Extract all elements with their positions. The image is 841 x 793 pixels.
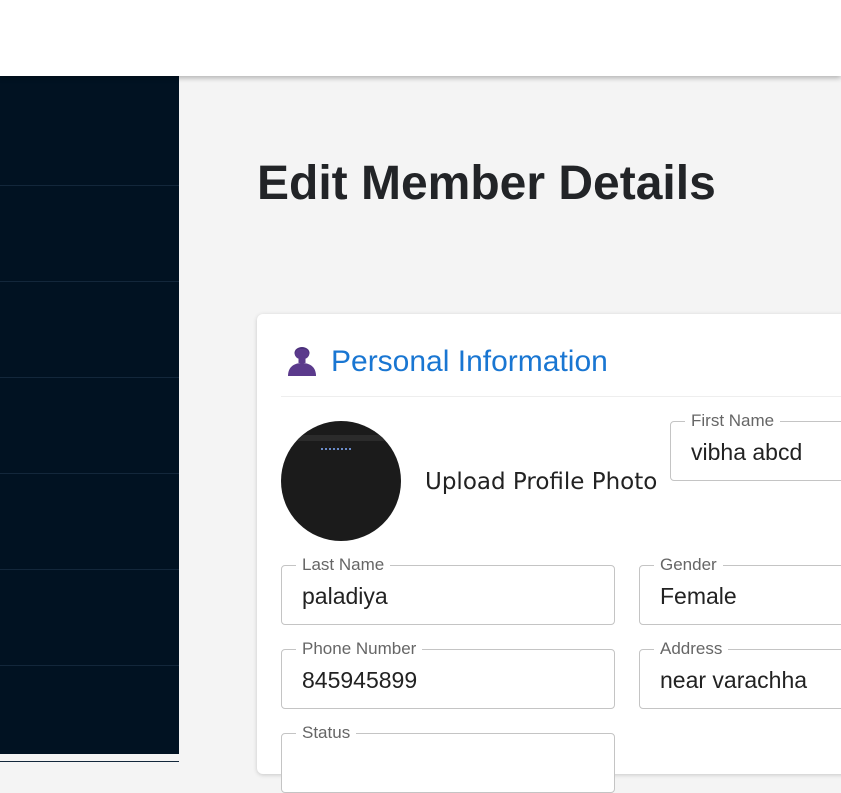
sidebar-item[interactable]	[0, 378, 179, 474]
upload-profile-photo-label[interactable]: Upload Profile Photo	[425, 469, 657, 495]
first-name-label: First Name	[685, 411, 781, 431]
sidebar-item[interactable]	[0, 186, 179, 282]
last-name-field[interactable]: Last Name paladiya	[281, 555, 615, 625]
phone-number-field[interactable]: Phone Number 845945899	[281, 639, 615, 709]
avatar-image-strip	[291, 435, 391, 441]
gender-field[interactable]: Gender Female	[639, 555, 841, 625]
status-field[interactable]: Status	[281, 723, 615, 793]
address-label: Address	[654, 639, 729, 659]
sidebar-item[interactable]	[0, 666, 179, 762]
section-title: Personal Information	[331, 345, 608, 378]
gender-value[interactable]: Female	[660, 583, 737, 609]
page-title: Edit Member Details	[257, 157, 716, 210]
sidebar	[0, 76, 179, 762]
sidebar-item[interactable]	[0, 76, 179, 186]
personal-info-card: Personal Information Upload Profile Phot…	[257, 314, 841, 793]
last-name-label: Last Name	[296, 555, 391, 575]
section-header: Personal Information	[281, 342, 841, 397]
main-content: Edit Member Details Personal Information…	[179, 76, 841, 793]
gender-label: Gender	[654, 555, 723, 575]
top-app-bar	[0, 0, 841, 76]
profile-avatar[interactable]	[281, 421, 401, 541]
first-name-value[interactable]: vibha abcd	[691, 439, 802, 465]
sidebar-item[interactable]	[0, 474, 179, 570]
phone-number-label: Phone Number	[296, 639, 423, 659]
sidebar-item[interactable]	[0, 570, 179, 666]
sidebar-item[interactable]	[0, 282, 179, 378]
person-icon	[288, 347, 316, 376]
last-name-value[interactable]: paladiya	[302, 583, 388, 609]
first-name-field[interactable]: First Name vibha abcd	[670, 411, 841, 481]
avatar-image-text	[321, 448, 353, 450]
address-field[interactable]: Address near varachha	[639, 639, 841, 709]
address-value[interactable]: near varachha	[660, 667, 807, 693]
phone-number-value[interactable]: 845945899	[302, 667, 417, 693]
status-label: Status	[296, 723, 357, 743]
